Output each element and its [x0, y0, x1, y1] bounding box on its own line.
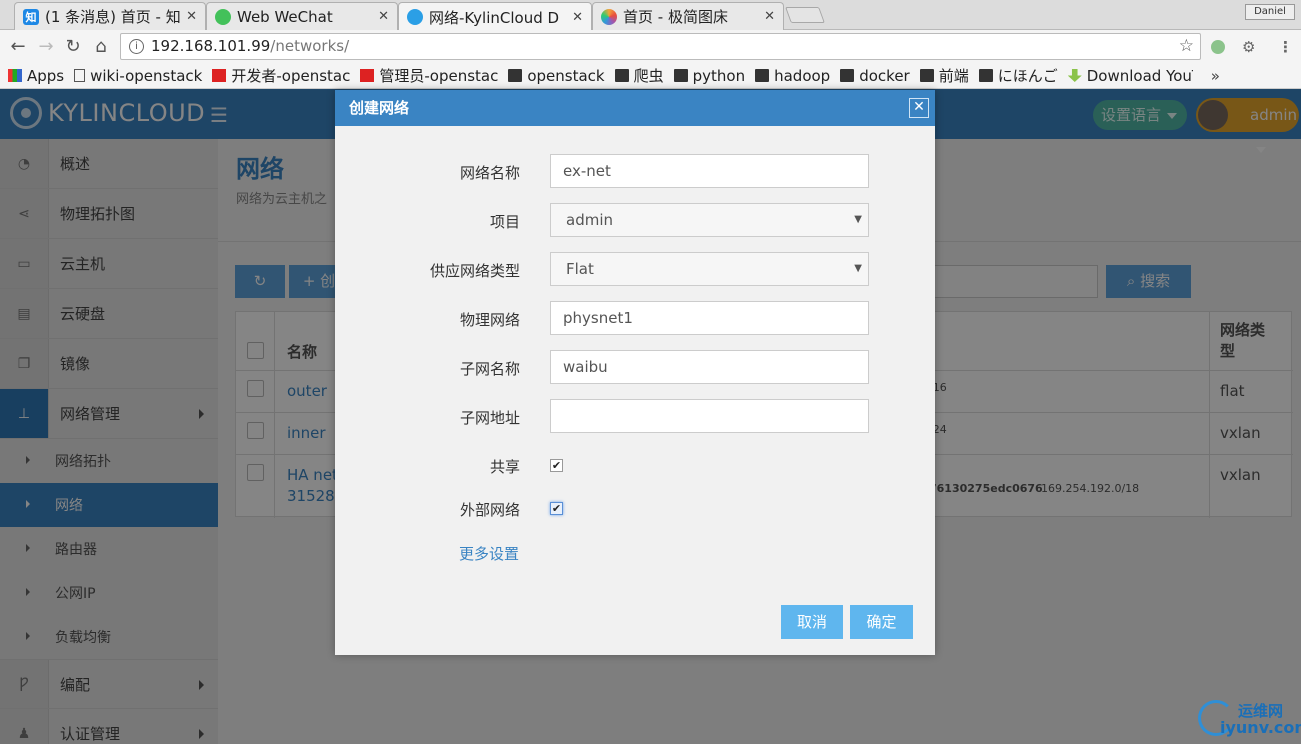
bookmark-folder-japanese[interactable]: にほんご: [978, 65, 1058, 86]
extension-icon[interactable]: [1211, 40, 1225, 54]
watermark-text: iyunv.com: [1220, 718, 1301, 737]
download-arrow-icon: [1067, 69, 1082, 82]
network-name-label: 网络名称: [459, 164, 520, 182]
menu-kebab-icon[interactable]: ⋮: [1278, 38, 1293, 56]
browser-tab-kylincloud[interactable]: 网络-KylinCloud D ✕: [398, 2, 592, 31]
bookmark-label: wiki-openstack: [90, 66, 203, 85]
apps-grid-icon: [8, 69, 22, 82]
bookmark-folder-hadoop[interactable]: hadoop: [755, 67, 830, 85]
external-network-checkbox[interactable]: ✔: [550, 502, 563, 515]
more-settings-link[interactable]: 更多设置: [459, 543, 519, 564]
bookmark-label: Apps: [27, 66, 65, 85]
subnet-address-label: 子网地址: [459, 409, 520, 427]
folder-icon: [508, 69, 523, 82]
bookmark-label: 爬虫: [633, 67, 664, 85]
physical-network-label: 物理网络: [459, 311, 520, 329]
tab-close-icon[interactable]: ✕: [186, 9, 197, 24]
subnet-name-label: 子网名称: [459, 360, 520, 378]
folder-icon: [919, 69, 934, 82]
back-arrow-icon[interactable]: ←: [8, 36, 28, 57]
bookmark-label: 管理员-openstac: [379, 67, 499, 85]
bookmark-dev-openstack[interactable]: 开发者-openstac: [212, 65, 350, 86]
bookmark-apps[interactable]: Apps: [8, 67, 64, 85]
watermark: 运维网 iyunv.com: [1196, 696, 1301, 740]
cancel-button[interactable]: 取消: [781, 605, 843, 639]
provider-selected-value: Flat: [566, 260, 594, 278]
bookmark-label: 前端: [938, 67, 969, 85]
browser-profile-badge[interactable]: Daniel: [1245, 4, 1295, 20]
photos-favicon-icon: [601, 8, 617, 25]
external-network-label: 外部网络: [459, 501, 520, 519]
bookmark-folder-crawler[interactable]: 爬虫: [614, 65, 664, 86]
tab-close-icon[interactable]: ✕: [764, 9, 775, 24]
forward-arrow-icon[interactable]: →: [36, 36, 56, 57]
bookmark-label: hadoop: [774, 66, 831, 85]
kylincloud-favicon-icon: [407, 9, 423, 25]
provider-type-label: 供应网络类型: [429, 262, 520, 280]
subnet-name-input[interactable]: waibu: [550, 350, 869, 384]
bookmark-label: 开发者-openstac: [231, 67, 351, 85]
create-network-dialog: 创建网络 ✕ 网络名称 ex-net 项目 admin ▼ 供应网络类型 Fla…: [335, 90, 935, 655]
translate-extension-icon[interactable]: ⚙: [1242, 38, 1255, 56]
browser-tab-zhihu[interactable]: 知 (1 条消息) 首页 - 知 ✕: [14, 2, 206, 30]
home-icon[interactable]: ⌂: [91, 36, 111, 57]
bookmark-admin-openstack[interactable]: 管理员-openstac: [360, 65, 498, 86]
more-bookmarks-icon[interactable]: »: [1211, 67, 1220, 85]
dialog-title: 创建网络: [335, 90, 935, 126]
reload-icon[interactable]: ↻: [63, 36, 83, 57]
openstack-icon: [360, 69, 375, 82]
browser-tab-tuchuang[interactable]: 首页 - 极简图床 ✕: [592, 2, 784, 30]
folder-icon: [755, 69, 770, 82]
wechat-favicon-icon: [215, 8, 231, 25]
shared-checkbox[interactable]: ✔: [550, 459, 563, 472]
shared-label: 共享: [489, 458, 520, 476]
browser-tab-bar: 知 (1 条消息) 首页 - 知 ✕ Web WeChat ✕ 网络-Kylin…: [0, 0, 1301, 31]
project-label: 项目: [489, 213, 520, 231]
bookmark-folder-frontend[interactable]: 前端: [919, 65, 969, 86]
info-icon[interactable]: i: [129, 39, 144, 54]
bookmark-folder-python[interactable]: python: [673, 66, 746, 85]
new-tab-button[interactable]: [785, 7, 825, 23]
folder-icon: [614, 69, 629, 82]
folder-icon: [840, 69, 855, 82]
tab-title: 首页 - 极简图床: [623, 8, 728, 26]
confirm-button[interactable]: 确定: [850, 605, 913, 639]
url-path: /networks/: [270, 37, 350, 55]
provider-type-select[interactable]: Flat ▼: [550, 252, 869, 286]
bookmark-label: python: [692, 66, 746, 85]
bookmark-star-icon[interactable]: ☆: [1179, 34, 1194, 59]
openstack-icon: [212, 69, 227, 82]
tab-close-icon[interactable]: ✕: [378, 9, 389, 24]
folder-icon: [978, 69, 993, 82]
bookmarks-bar: Apps wiki-openstack 开发者-openstac 管理员-ope…: [0, 63, 1301, 89]
bookmark-download-youtube[interactable]: Download YouT: [1067, 66, 1193, 85]
project-selected-value: admin: [566, 211, 613, 229]
bookmark-label: openstack: [527, 66, 605, 85]
browser-toolbar: ← → ↻ ⌂ i 192.168.101.99/networks/ ☆ ⚙ ⋮: [0, 30, 1301, 63]
tab-close-icon[interactable]: ✕: [572, 10, 583, 25]
browser-tab-wechat[interactable]: Web WeChat ✕: [206, 2, 398, 30]
bookmark-folder-docker[interactable]: docker: [840, 67, 910, 85]
tab-title: Web WeChat: [237, 7, 333, 26]
bookmark-wiki[interactable]: wiki-openstack: [74, 67, 202, 85]
physical-network-input[interactable]: physnet1: [550, 301, 869, 335]
network-name-input[interactable]: ex-net: [550, 154, 869, 188]
bookmark-label: Download YouT: [1086, 66, 1193, 85]
caret-down-icon: ▼: [854, 214, 862, 225]
bookmark-label: docker: [859, 66, 910, 85]
address-bar[interactable]: i 192.168.101.99/networks/ ☆: [120, 33, 1201, 60]
zhihu-favicon-icon: 知: [23, 8, 39, 25]
page-icon: [74, 69, 86, 82]
tab-title: (1 条消息) 首页 - 知: [45, 8, 181, 26]
folder-icon: [673, 69, 688, 82]
bookmark-folder-openstack[interactable]: openstack: [508, 66, 605, 85]
url-host: 192.168.101.99: [151, 37, 271, 55]
tab-title: 网络-KylinCloud D: [429, 8, 560, 27]
project-select[interactable]: admin ▼: [550, 203, 869, 237]
subnet-address-input[interactable]: [550, 399, 869, 433]
bookmark-label: にほんご: [997, 67, 1058, 85]
caret-down-icon: ▼: [854, 263, 862, 274]
close-icon[interactable]: ✕: [909, 98, 929, 118]
